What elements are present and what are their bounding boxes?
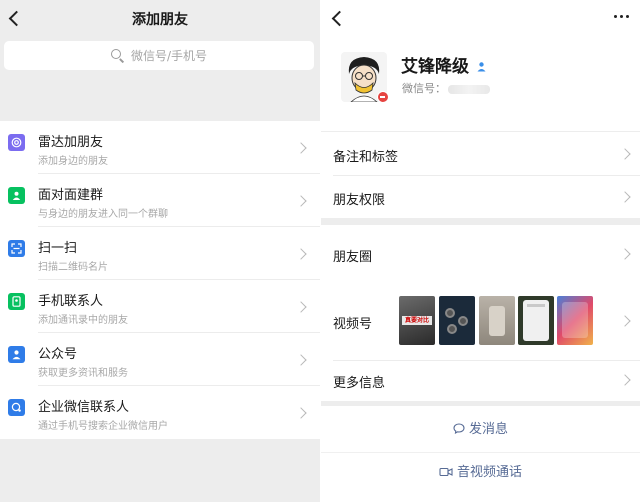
item-title: 企业微信联系人 bbox=[38, 400, 130, 415]
wecom-contact-icon bbox=[8, 399, 25, 416]
chevron-right-icon bbox=[295, 195, 307, 207]
remove-badge-icon bbox=[377, 91, 389, 103]
item-subtitle: 与身边的朋友进入同一个群聊 bbox=[38, 209, 168, 220]
item-title: 扫一扫 bbox=[38, 241, 78, 256]
video-camera-icon bbox=[439, 467, 453, 477]
chevron-right-icon bbox=[619, 148, 631, 160]
send-message-button[interactable]: 发消息 bbox=[321, 418, 640, 437]
phone-contacts-icon bbox=[8, 293, 25, 310]
chevron-right-icon bbox=[295, 248, 307, 260]
channel-video-thumbnail[interactable] bbox=[557, 296, 593, 345]
contact-name: 艾锋降级 bbox=[401, 57, 469, 77]
header: 添加朋友 bbox=[0, 0, 320, 36]
item-subtitle: 添加通讯录中的朋友 bbox=[38, 315, 128, 326]
add-methods-list: 雷达加朋友 添加身边的朋友 面对面建群 与身边的朋友进入同一个群聊 扫一扫 扫描… bbox=[0, 121, 320, 439]
row-label: 备注和标签 bbox=[333, 150, 399, 165]
contact-actions: 发消息 音视频通话 bbox=[321, 406, 640, 502]
item-subtitle: 添加身边的朋友 bbox=[38, 156, 108, 167]
radar-icon bbox=[8, 134, 25, 151]
face-to-face-group-icon bbox=[8, 187, 25, 204]
divider bbox=[321, 452, 640, 453]
chevron-right-icon bbox=[619, 191, 631, 203]
add-friends-screen: 添加朋友 微信号/手机号 雷达加朋友 添加身边的朋友 面对面建群 与身边的朋友进… bbox=[0, 0, 320, 502]
list-item-scan[interactable]: 扫一扫 扫描二维码名片 bbox=[0, 227, 320, 280]
video-call-label: 音视频通话 bbox=[456, 465, 522, 480]
settings-group: 备注和标签 朋友权限 bbox=[321, 132, 640, 218]
channel-video-thumbnail[interactable] bbox=[479, 296, 515, 345]
wechat-id: 微信号： bbox=[402, 80, 490, 96]
chevron-right-icon bbox=[295, 407, 307, 419]
list-item-radar[interactable]: 雷达加朋友 添加身边的朋友 bbox=[0, 121, 320, 174]
video-call-button[interactable]: 音视频通话 bbox=[321, 461, 640, 480]
channel-video-thumbnail[interactable] bbox=[518, 296, 554, 345]
row-label: 视频号 bbox=[333, 317, 373, 332]
item-title: 手机联系人 bbox=[38, 294, 104, 309]
list-item-wecom-contacts[interactable]: 企业微信联系人 通过手机号搜索企业微信用户 bbox=[0, 386, 320, 439]
item-title: 面对面建群 bbox=[38, 188, 104, 203]
remark-tags-row[interactable]: 备注和标签 bbox=[321, 132, 640, 175]
profile-header: 艾锋降级 微信号： bbox=[321, 0, 640, 131]
list-item-phone-contacts[interactable]: 手机联系人 添加通讯录中的朋友 bbox=[0, 280, 320, 333]
item-subtitle: 通过手机号搜索企业微信用户 bbox=[38, 421, 168, 432]
search-input[interactable]: 微信号/手机号 bbox=[4, 41, 314, 70]
row-label: 朋友权限 bbox=[333, 193, 386, 208]
item-subtitle: 扫描二维码名片 bbox=[38, 262, 108, 273]
back-arrow-icon[interactable] bbox=[329, 8, 345, 28]
send-message-label: 发消息 bbox=[468, 422, 508, 437]
more-options-icon[interactable] bbox=[614, 10, 630, 22]
more-info-row[interactable]: 更多信息 bbox=[321, 361, 640, 401]
official-account-icon bbox=[8, 346, 25, 363]
row-label: 更多信息 bbox=[333, 376, 386, 391]
item-title: 公众号 bbox=[38, 347, 78, 362]
chevron-right-icon bbox=[295, 142, 307, 154]
contact-profile-screen: 艾锋降级 微信号： 备注和标签 朋友权限 朋友圈 视频号 更多信息 真要对比 发… bbox=[321, 0, 640, 502]
wechat-id-label: 微信号： bbox=[402, 82, 446, 95]
channel-video-thumbnail[interactable] bbox=[439, 296, 475, 345]
thumbnail-caption: 真要对比 bbox=[402, 316, 432, 325]
row-label: 朋友圈 bbox=[333, 250, 373, 265]
moments-row[interactable]: 朋友圈 bbox=[321, 225, 640, 283]
item-subtitle: 获取更多资讯和服务 bbox=[38, 368, 128, 379]
gender-icon bbox=[476, 57, 487, 72]
search-icon bbox=[110, 48, 125, 63]
page-title: 添加朋友 bbox=[132, 12, 188, 28]
list-item-official-accounts[interactable]: 公众号 获取更多资讯和服务 bbox=[0, 333, 320, 386]
chevron-right-icon bbox=[295, 301, 307, 313]
item-title: 雷达加朋友 bbox=[38, 135, 104, 150]
chevron-right-icon bbox=[619, 374, 631, 386]
chat-bubble-icon bbox=[453, 423, 465, 435]
chevron-right-icon bbox=[619, 315, 631, 327]
channel-video-thumbnail[interactable]: 真要对比 bbox=[399, 296, 435, 345]
search-placeholder: 微信号/手机号 bbox=[130, 49, 208, 63]
friend-permissions-row[interactable]: 朋友权限 bbox=[321, 176, 640, 218]
scan-icon bbox=[8, 240, 25, 257]
list-item-face-to-face-group[interactable]: 面对面建群 与身边的朋友进入同一个群聊 bbox=[0, 174, 320, 227]
chevron-right-icon bbox=[295, 354, 307, 366]
wechat-id-blurred bbox=[448, 84, 490, 94]
chevron-right-icon bbox=[619, 248, 631, 260]
